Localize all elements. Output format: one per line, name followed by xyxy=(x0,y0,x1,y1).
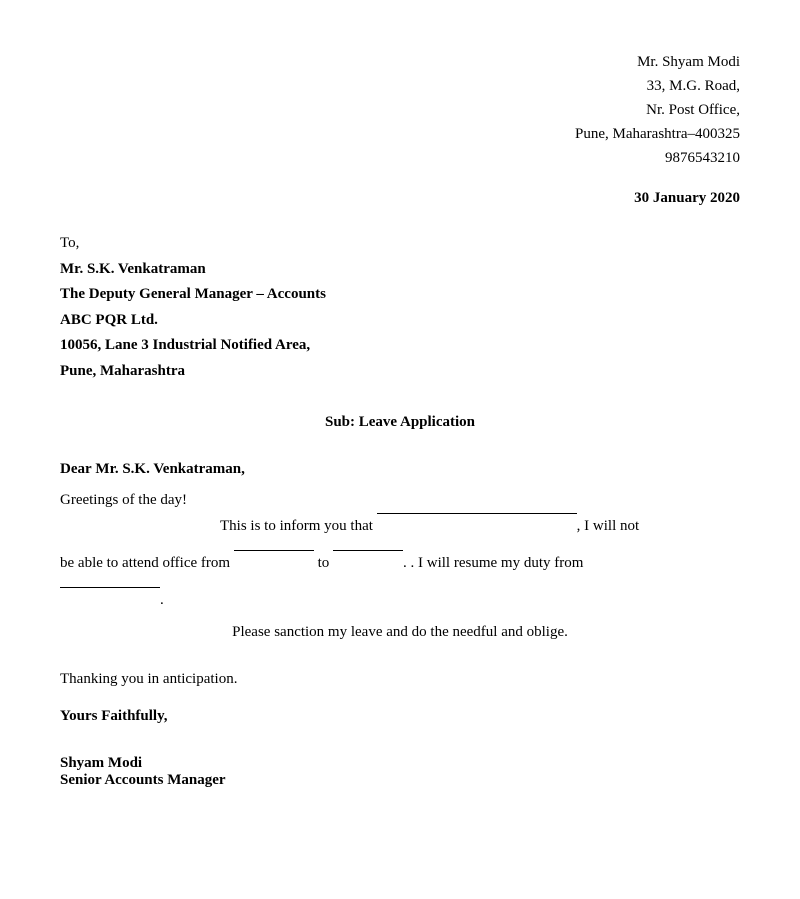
sender-address: Mr. Shyam Modi 33, M.G. Road, Nr. Post O… xyxy=(60,50,740,170)
body-paragraph-1: This is to inform you that , I will not xyxy=(60,513,740,540)
recipient-salutation: To, xyxy=(60,231,740,257)
sender-name: Mr. Shyam Modi xyxy=(60,50,740,74)
body-part1-end: , I will not xyxy=(577,518,640,534)
greeting-line: Greetings of the day! xyxy=(60,492,740,509)
date-text: 30 January 2020 xyxy=(634,190,740,206)
recipient-address2: Pune, Maharashtra xyxy=(60,359,740,385)
recipient-designation: The Deputy General Manager – Accounts xyxy=(60,282,740,308)
body-paragraph-2: be able to attend office from to . . I w… xyxy=(60,550,740,577)
recipient-block: To, Mr. S.K. Venkatraman The Deputy Gene… xyxy=(60,231,740,384)
body-paragraph-3: . xyxy=(60,587,740,614)
closing-line: Yours Faithfully, xyxy=(60,708,740,725)
body-part2-end: . I will resume my duty from xyxy=(411,555,584,571)
sender-address-line2: Nr. Post Office, xyxy=(60,98,740,122)
body-part2-start: be able to attend office from xyxy=(60,555,230,571)
signature-name: Shyam Modi xyxy=(60,755,740,772)
signature-designation: Senior Accounts Manager xyxy=(60,772,740,789)
body-part3-end: . xyxy=(160,592,164,608)
body-part1-intro: This is to inform you that xyxy=(220,518,373,534)
recipient-address1: 10056, Lane 3 Industrial Notified Area, xyxy=(60,333,740,359)
blank-resume xyxy=(60,587,160,588)
greeting-text: Greetings of the day! xyxy=(60,492,187,508)
sender-address-line1: 33, M.G. Road, xyxy=(60,74,740,98)
please-line: Please sanction my leave and do the need… xyxy=(60,624,740,641)
thanking-text: Thanking you in anticipation. xyxy=(60,671,237,687)
closing-text: Yours Faithfully, xyxy=(60,708,168,724)
recipient-name: Mr. S.K. Venkatraman xyxy=(60,257,740,283)
body-part2-mid: to xyxy=(318,555,330,571)
signature-block: Shyam Modi Senior Accounts Manager xyxy=(60,755,740,789)
sender-phone: 9876543210 xyxy=(60,146,740,170)
date-line: 30 January 2020 xyxy=(60,190,740,207)
letter-page: Mr. Shyam Modi 33, M.G. Road, Nr. Post O… xyxy=(0,0,800,899)
dear-name: Mr. S.K. Venkatraman, xyxy=(95,461,244,477)
dear-text: Dear xyxy=(60,461,92,477)
thanking-line: Thanking you in anticipation. xyxy=(60,671,740,688)
blank-to xyxy=(333,550,403,551)
subject-text: Sub: Leave Application xyxy=(325,414,475,430)
please-text: Please sanction my leave and do the need… xyxy=(232,624,568,640)
blank-name xyxy=(377,513,577,514)
salutation: Dear Mr. S.K. Venkatraman, xyxy=(60,461,740,478)
blank-from xyxy=(234,550,314,551)
subject-line: Sub: Leave Application xyxy=(60,414,740,431)
recipient-company: ABC PQR Ltd. xyxy=(60,308,740,334)
indent-spacer xyxy=(60,513,220,540)
sender-address-line3: Pune, Maharashtra–400325 xyxy=(60,122,740,146)
